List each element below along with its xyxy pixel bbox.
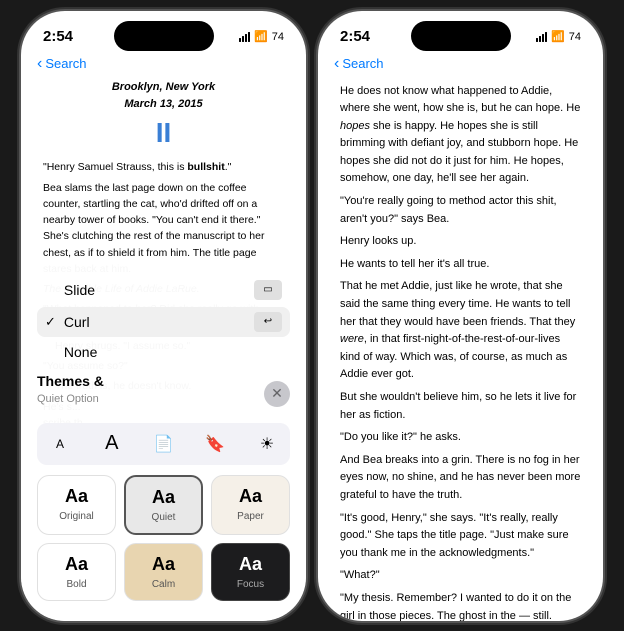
theme-quiet-label: Quiet <box>152 512 176 523</box>
slide-label: Slide <box>64 282 254 298</box>
font-controls: A A 📄 🔖 ☀ <box>37 423 290 465</box>
wifi-icon-right: 📶 <box>551 30 565 43</box>
time-right: 2:54 <box>340 28 370 45</box>
wifi-icon: 📶 <box>254 30 268 43</box>
none-label: None <box>64 344 282 360</box>
curl-icon: ↩ <box>254 312 282 332</box>
theme-original-aa: Aa <box>65 486 88 507</box>
theme-original-label: Original <box>59 511 93 522</box>
scroll-options: ✓ Slide ▭ ✓ Curl ↩ ✓ None <box>37 275 290 365</box>
theme-calm[interactable]: Aa Calm <box>124 543 203 601</box>
time-left: 2:54 <box>43 28 73 45</box>
back-button-left[interactable]: ‹ Search <box>37 55 87 73</box>
scroll-option-none[interactable]: ✓ None <box>37 339 290 365</box>
status-icons-left: 📶 74 <box>239 30 284 43</box>
scroll-option-slide[interactable]: ✓ Slide ▭ <box>37 275 290 305</box>
nav-bar-left: ‹ Search <box>21 53 306 79</box>
theme-focus-aa: Aa <box>239 554 262 575</box>
checkmark-curl: ✓ <box>45 314 56 330</box>
dynamic-island <box>114 21 214 51</box>
back-button-right[interactable]: ‹ Search <box>334 55 384 73</box>
themes-header-row: Themes & Quiet Option ✕ <box>37 373 290 415</box>
dynamic-island-right <box>411 21 511 51</box>
status-icons-right: 📶 74 <box>536 30 581 43</box>
font-small-a[interactable]: A <box>45 429 75 459</box>
scroll-option-curl[interactable]: ✓ Curl ↩ <box>37 307 290 337</box>
nav-bar-right: ‹ Search <box>318 53 603 79</box>
slide-icon: ▭ <box>254 280 282 300</box>
theme-focus-label: Focus <box>237 579 264 590</box>
theme-bold-label: Bold <box>66 579 86 590</box>
theme-paper-label: Paper <box>237 511 264 522</box>
font-brightness-icon[interactable]: ☀ <box>252 429 282 459</box>
reading-content: He does not know what happened to Addie,… <box>318 79 603 621</box>
close-panel-button[interactable]: ✕ <box>264 381 290 407</box>
font-bookmark-icon[interactable]: 🔖 <box>200 429 230 459</box>
battery-icon-right: 74 <box>569 31 581 43</box>
font-doc-icon[interactable]: 📄 <box>149 429 179 459</box>
theme-original[interactable]: Aa Original <box>37 475 116 535</box>
themes-grid: Aa Original Aa Quiet Aa Paper Aa Bold <box>37 475 290 601</box>
theme-quiet-aa: Aa <box>152 487 175 508</box>
theme-focus[interactable]: Aa Focus <box>211 543 290 601</box>
theme-calm-label: Calm <box>152 579 175 590</box>
theme-paper[interactable]: Aa Paper <box>211 475 290 535</box>
theme-quiet[interactable]: Aa Quiet <box>124 475 203 535</box>
battery-icon: 74 <box>272 31 284 43</box>
signal-icon <box>239 32 250 42</box>
book-location: Brooklyn, New York March 13, 2015 <box>43 79 284 114</box>
theme-bold-aa: Aa <box>65 554 88 575</box>
chevron-left-icon-right: ‹ <box>334 55 339 73</box>
phone-left: 2:54 📶 74 ‹ Search <box>21 11 306 621</box>
curl-label: Curl <box>64 314 254 330</box>
themes-section-label: Themes & Quiet Option <box>37 373 104 415</box>
signal-icon-right <box>536 32 547 42</box>
theme-paper-aa: Aa <box>239 486 262 507</box>
chevron-left-icon: ‹ <box>37 55 42 73</box>
phone-right: 2:54 📶 74 ‹ Search <box>318 11 603 621</box>
chapter-numeral: II <box>43 116 284 150</box>
book-header: Brooklyn, New York March 13, 2015 II <box>43 79 284 150</box>
theme-calm-aa: Aa <box>152 554 175 575</box>
overlay-panel: ✓ Slide ▭ ✓ Curl ↩ ✓ None <box>21 263 306 621</box>
font-large-a[interactable]: A <box>97 429 127 459</box>
theme-bold[interactable]: Aa Bold <box>37 543 116 601</box>
